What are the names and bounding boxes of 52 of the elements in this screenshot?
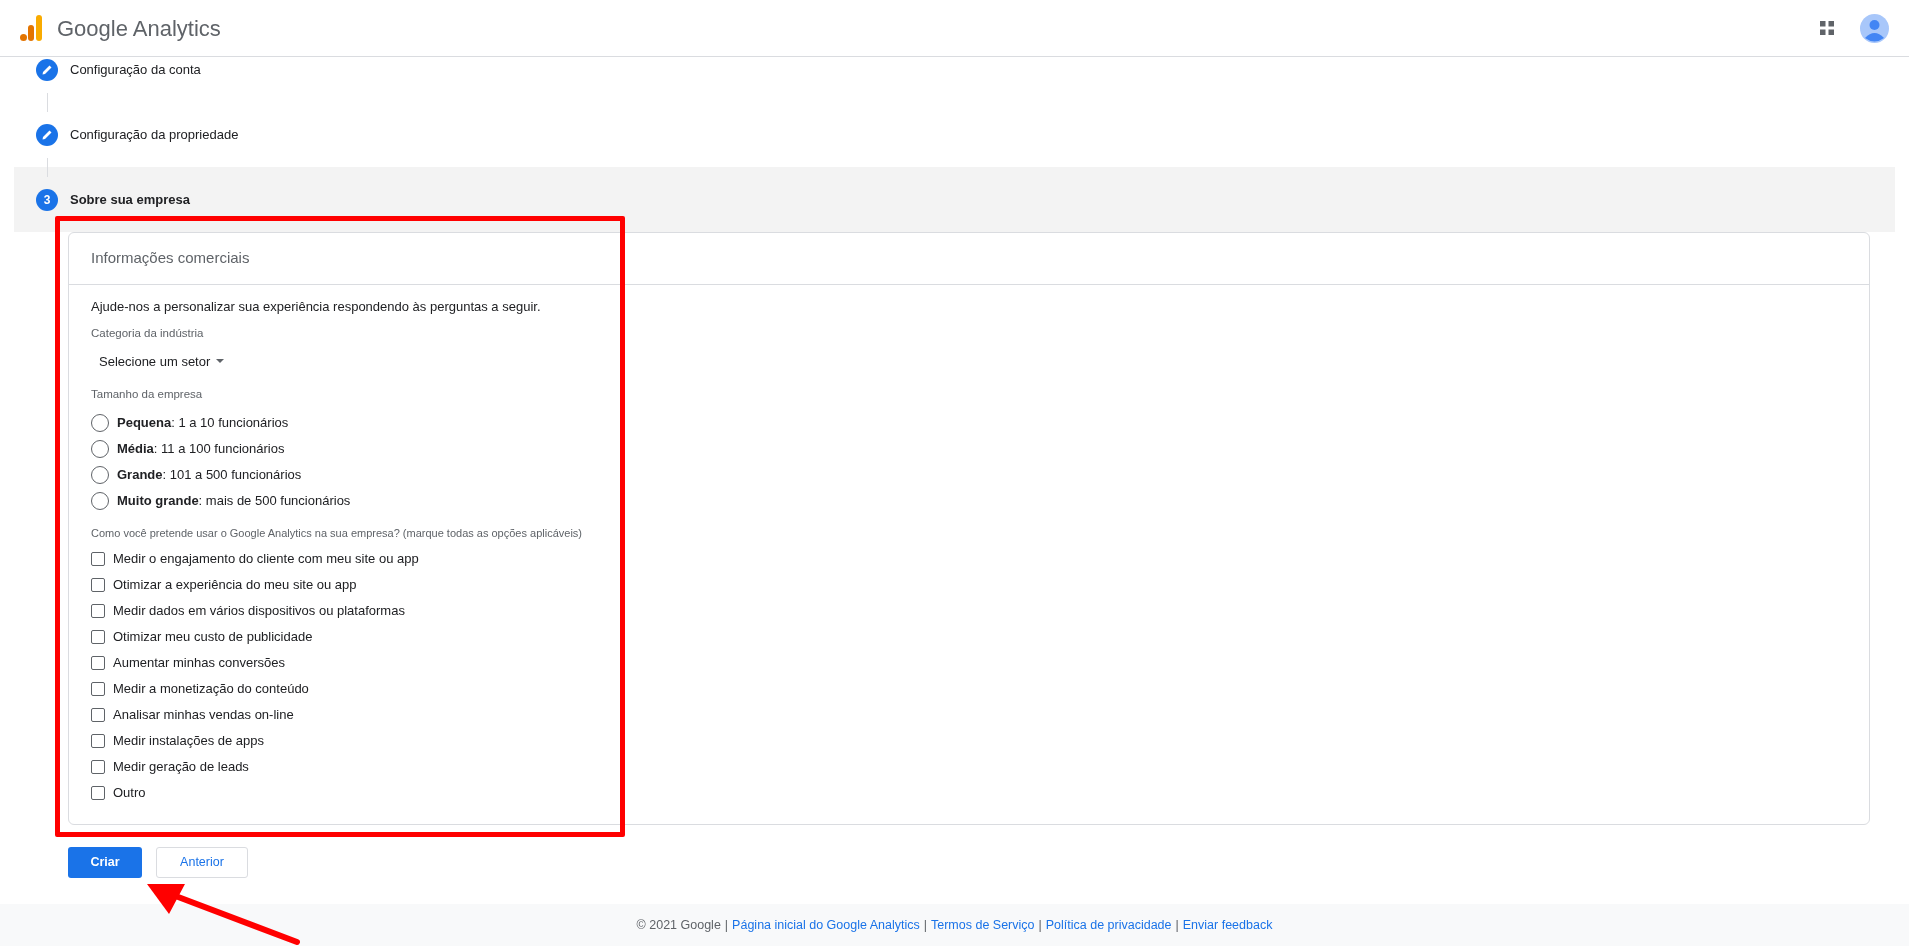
separator: | [724, 916, 729, 934]
checkbox[interactable] [91, 734, 105, 748]
checkbox-label: Medir geração de leads [113, 758, 249, 777]
radio-label: Pequena: 1 a 10 funcionários [117, 413, 289, 432]
field-label: Categoria da indústria [91, 326, 205, 341]
copyright-text: © 2021 Google [636, 916, 721, 934]
radio-label: Grande: 101 a 500 funcionários [117, 465, 302, 484]
field-label: Tamanho da empresa [91, 387, 204, 403]
radio-label: Muito grande: mais de 500 funcionários [117, 491, 351, 510]
create-button[interactable]: Criar [68, 847, 142, 878]
checkbox-label: Analisar minhas vendas on-line [113, 706, 294, 725]
checkbox[interactable] [91, 552, 105, 566]
checkbox[interactable] [91, 656, 105, 670]
separator: | [1038, 916, 1042, 934]
checkbox-label: Outro [113, 784, 146, 803]
intro-text: Ajude-nos a personalizar sua experiência respondendo às perguntas a seguir. [91, 298, 542, 316]
footer-link[interactable]: Política de privacidade [1045, 915, 1172, 935]
back-button[interactable]: Anterior [156, 847, 248, 878]
checkbox-label: Aumentar minhas conversões [113, 654, 285, 673]
card-title: Informações comerciais [91, 248, 250, 269]
checkbox-label: Medir dados em vários dispositivos ou plataformas [113, 602, 405, 621]
checkbox-label: Otimizar meu custo de publicidade [113, 628, 313, 647]
checkbox[interactable] [91, 708, 105, 722]
footer-link[interactable]: Enviar feedback [1182, 915, 1273, 935]
pencil-icon [36, 123, 58, 146]
checkbox[interactable] [91, 578, 105, 592]
checkbox-label: Medir a monetização do conteúdo [113, 680, 309, 699]
pencil-icon [36, 58, 58, 81]
checkbox-label: Medir o engajamento do cliente com meu site ou app [113, 550, 419, 569]
footer-link[interactable]: Termos de Serviço [931, 915, 1035, 935]
step-label: Configuração da conta [70, 60, 201, 79]
checkbox-label: Medir instalações de apps [113, 732, 265, 751]
caret-icon [216, 359, 225, 364]
step-number: 3 [36, 188, 58, 211]
radio-label: Média: 11 a 100 funcionários [117, 439, 285, 458]
separator: | [923, 916, 927, 934]
checkbox[interactable] [91, 786, 105, 800]
step-label: Sobre sua empresa [70, 190, 190, 209]
question-label: Como você pretende usar o Google Analytics na sua empresa? (marque todas as opções aplicáveis) [91, 525, 583, 541]
step-label: Configuração da propriedade [70, 125, 239, 144]
checkbox[interactable] [91, 682, 105, 696]
bar-chart-logo-icon [20, 14, 42, 42]
checkbox[interactable] [91, 760, 105, 774]
footer-link[interactable]: Página inicial do Google Analytics [732, 915, 920, 935]
checkbox[interactable] [91, 630, 105, 644]
industry-dropdown[interactable]: Selecione um setor [93, 348, 231, 375]
account-avatar-icon[interactable] [1860, 13, 1889, 43]
app-title: Google Analytics [57, 14, 221, 43]
apps-grid-icon[interactable] [1820, 21, 1834, 35]
separator: | [1175, 916, 1179, 934]
checkbox[interactable] [91, 604, 105, 618]
checkbox-label: Otimizar a experiência do meu site ou app [113, 576, 357, 595]
